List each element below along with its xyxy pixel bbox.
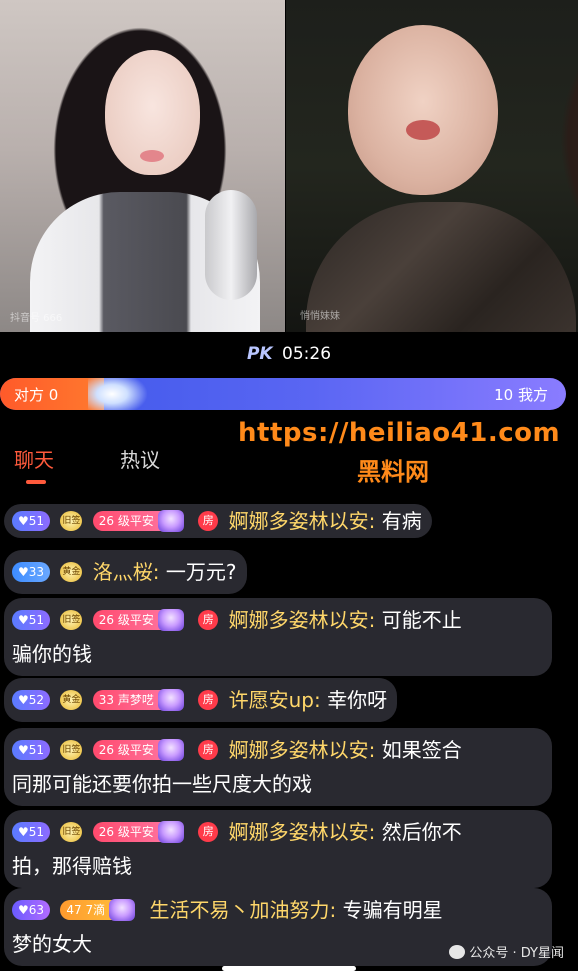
gem-icon [109,898,136,921]
chat-text: 然后你不 [381,820,462,844]
tab-hot-discussion[interactable]: 热议 [120,444,160,473]
room-badge: 房 [198,609,219,630]
user-level-badge: ♥51 [12,609,51,630]
chat-text: 一万元? [165,560,237,584]
left-video-tag: 抖音号 666 [10,313,63,324]
chat-message[interactable]: ♥51 旧签 26 级平安 房 婀娜多姿林以安: 然后你不 拍，那得赔钱 [4,810,552,888]
own-score-label: 10 我方 [494,386,548,404]
chat-text-continued: 同那可能还要你拍一些尺度大的戏 [12,772,312,796]
opponent-score-label: 对方 0 [14,386,59,404]
pk-timer: PK 05:26 [0,344,578,364]
chat-text-continued: 骗你的钱 [12,642,92,666]
left-video-feed[interactable]: 抖音号 666 [0,0,285,332]
active-tab-indicator [26,480,46,484]
chat-username[interactable]: 婀娜多姿林以安: [229,608,376,632]
pk-timer-value: 05:26 [282,344,332,364]
pk-score-bar: 对方 0 10 我方 [0,378,566,410]
right-video-feed[interactable]: 悄悄妹妹 [286,0,578,332]
gem-icon [157,738,184,761]
room-badge: 房 [198,821,219,842]
gem-icon [157,509,184,532]
gem-icon [157,688,184,711]
gem-icon [157,608,184,631]
user-level-badge: ♥33 [12,561,51,582]
chat-text: 可能不止 [381,608,462,632]
gold-badge: 旧签 [60,739,83,760]
gold-badge: 黄金 [60,561,83,582]
chat-text-continued: 拍，那得赔钱 [12,854,132,878]
streamer-lips [140,150,164,162]
chat-text: 专骗有明星 [342,898,443,922]
user-level-badge: ♥52 [12,689,51,710]
chat-username[interactable]: 洛灬桜: [93,560,160,584]
chat-username[interactable]: 婀娜多姿林以安: [229,738,376,762]
room-badge: 房 [198,739,219,760]
chat-message[interactable]: ♥51 旧签 26 级平安 房 婀娜多姿林以安: 可能不止 骗你的钱 [4,598,552,676]
wechat-icon [449,945,466,959]
room-badge: 房 [198,689,219,710]
user-level-badge: ♥51 [12,821,51,842]
chat-text: 如果签合 [381,738,462,762]
gold-badge: 黄金 [60,689,83,710]
opponent-lips [406,120,440,140]
chat-text: 有病 [381,509,422,533]
home-indicator[interactable] [222,966,356,971]
room-badge: 房 [198,510,219,531]
chat-text-continued: 梦的女大 [12,932,92,956]
user-level-badge: ♥63 [12,899,51,920]
footer-label: 公众号 · DY星闻 [469,946,564,961]
gold-badge: 旧签 [60,510,83,531]
gold-badge: 旧签 [60,609,83,630]
microphone [205,190,257,300]
chat-username[interactable]: 许愿安up: [229,688,321,712]
tab-chat[interactable]: 聊天 [14,444,54,473]
watermark-url: https://heiliao41.com [238,418,561,448]
opponent-coat [306,202,576,332]
gold-badge: 旧签 [60,821,83,842]
right-video-tag: 悄悄妹妹 [300,311,340,322]
chat-message[interactable]: ♥51 旧签 26 级平安 房 婀娜多姿林以安: 如果签合 同那可能还要你拍一些… [4,728,552,806]
chat-message[interactable]: ♥51 旧签 26 级平安 房 婀娜多姿林以安: 有病 [4,504,432,538]
opponent-face [348,25,498,195]
user-level-badge: ♥51 [12,739,51,760]
chat-username[interactable]: 婀娜多姿林以安: [229,820,376,844]
chat-username[interactable]: 生活不易丶加油努力: [150,898,337,922]
watermark: https://heiliao41.com 黑料网 [238,418,561,487]
user-level-badge: ♥51 [12,510,51,531]
chat-message[interactable]: ♥33 黄金 洛灬桜: 一万元? [4,550,247,594]
pk-logo: PK [246,344,273,364]
footer-watermark: 公众号 · DY星闻 [449,942,564,961]
watermark-cn: 黑料网 [357,458,429,486]
score-flare [88,378,148,410]
chat-text: 幸你呀 [327,688,388,712]
gem-icon [157,820,184,843]
chat-message[interactable]: ♥52 黄金 33 声梦呓 房 许愿安up: 幸你呀 [4,678,398,722]
chat-username[interactable]: 婀娜多姿林以安: [229,509,376,533]
